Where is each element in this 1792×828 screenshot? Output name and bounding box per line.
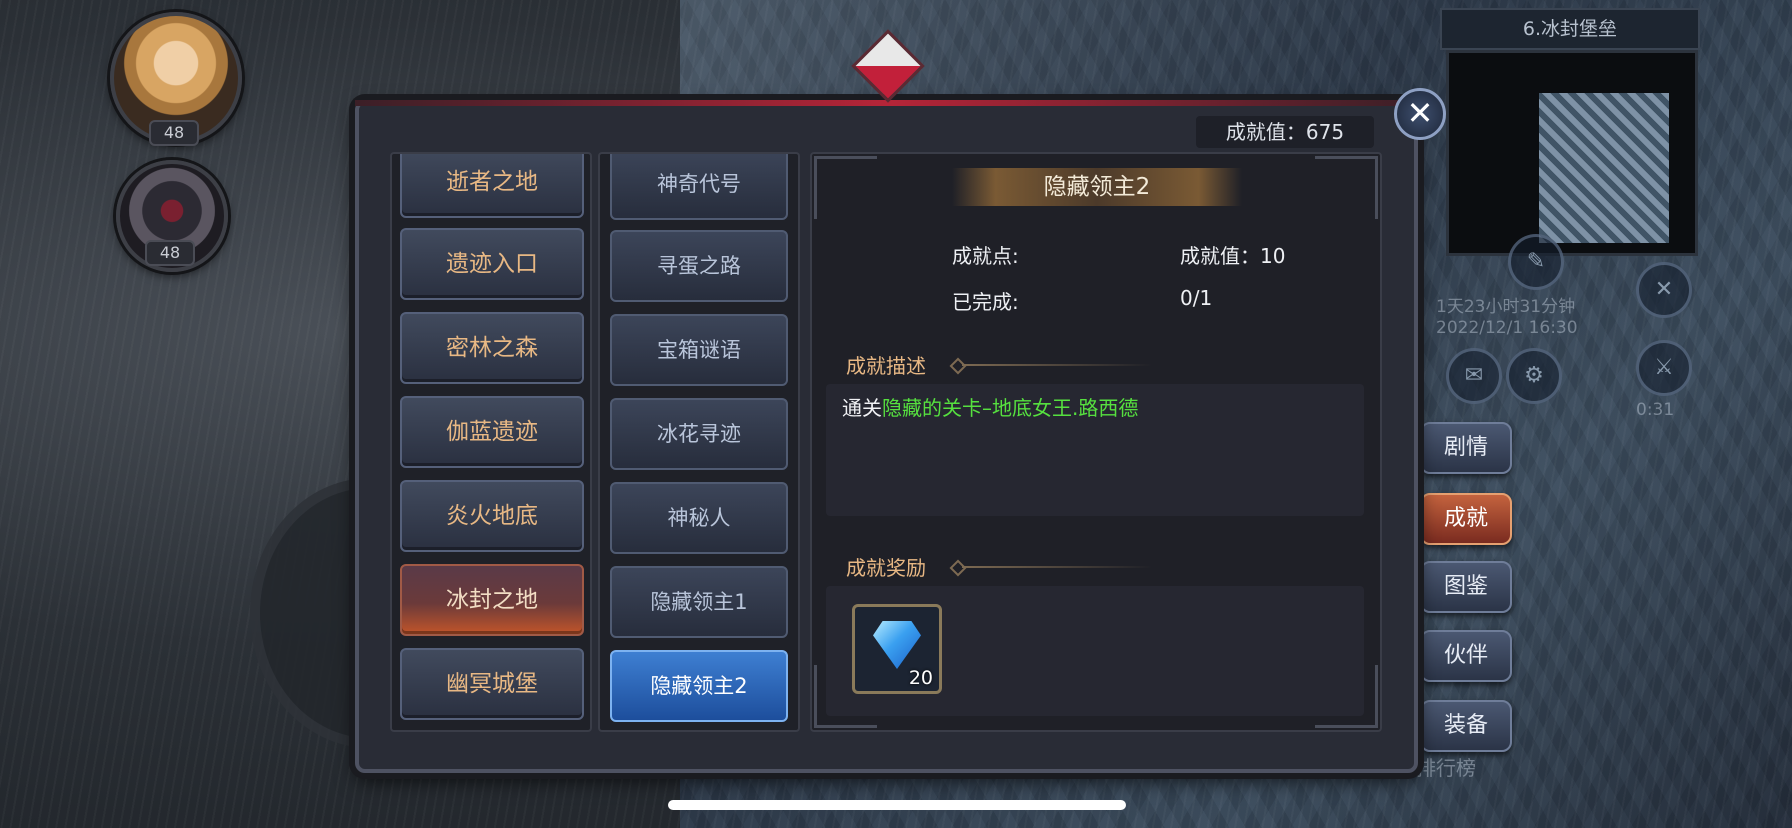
event-timer: 1天23小时31分钟: [1436, 297, 1576, 317]
description-box: 通关隐藏的关卡–地底女王.路西德: [826, 384, 1364, 516]
crossed-swords-icon[interactable]: ✕: [1636, 262, 1692, 318]
hero-level-badge: 48: [149, 120, 199, 146]
completed-label: 已完成:: [952, 290, 1019, 314]
divider-ornament: [949, 357, 967, 375]
side-tab-story[interactable]: 剧情: [1420, 422, 1512, 474]
diamond-gem-icon: [873, 621, 921, 669]
battle-icon[interactable]: ⚔: [1636, 340, 1692, 396]
side-tab-equipment[interactable]: 装备: [1420, 700, 1512, 752]
close-button[interactable]: ✕: [1394, 88, 1446, 140]
event-date: 2022/12/1 16:30: [1436, 318, 1578, 338]
completed-value: 0/1: [1180, 286, 1213, 310]
minimap-terrain: [1539, 93, 1669, 243]
reward-box: 20: [826, 586, 1364, 716]
achievement-item[interactable]: 寻蛋之路: [610, 230, 788, 302]
area-list[interactable]: 逝者之地 遗迹入口 密林之森 伽蓝遗迹 炎火地底 冰封之地 幽冥城堡: [390, 152, 592, 732]
countdown-text: 0:31: [1636, 400, 1675, 420]
area-item[interactable]: 密林之森: [400, 312, 584, 384]
achievement-detail: 隐藏领主2 成就点: 成就值：10 已完成: 0/1 成就描述 通关隐藏的关卡–…: [810, 152, 1382, 732]
area-item-selected[interactable]: 冰封之地: [400, 564, 584, 636]
divider-line: [962, 364, 1152, 366]
frame-corner: [814, 156, 877, 219]
side-tab-codex[interactable]: 图鉴: [1420, 561, 1512, 613]
home-indicator[interactable]: [668, 800, 1126, 810]
area-item[interactable]: 逝者之地: [400, 154, 584, 218]
achievement-item[interactable]: 神秘人: [610, 482, 788, 554]
points-label: 成就点:: [952, 244, 1019, 268]
description-highlight: 隐藏的关卡–地底女王.路西德: [882, 396, 1139, 420]
reward-item[interactable]: 20: [852, 604, 942, 694]
achievement-item[interactable]: 冰花寻迹: [610, 398, 788, 470]
mail-icon[interactable]: ✉: [1446, 348, 1502, 404]
side-tab-partner[interactable]: 伙伴: [1420, 630, 1512, 682]
achievement-title: 隐藏领主2: [952, 168, 1242, 206]
area-item[interactable]: 炎火地底: [400, 480, 584, 552]
area-item[interactable]: 遗迹入口: [400, 228, 584, 300]
achievement-item-selected[interactable]: 隐藏领主2: [610, 650, 788, 722]
achievement-value: 成就值：10: [1180, 244, 1286, 268]
frame-corner: [1315, 156, 1378, 219]
area-item[interactable]: 伽蓝遗迹: [400, 396, 584, 468]
achievement-list[interactable]: 神奇代号 寻蛋之路 宝箱谜语 冰花寻迹 神秘人 隐藏领主1 隐藏领主2: [598, 152, 800, 732]
minimap[interactable]: [1446, 50, 1698, 256]
description-prefix: 通关: [842, 396, 882, 420]
achievement-score: 成就值：675: [1196, 116, 1374, 148]
achievement-item[interactable]: 神奇代号: [610, 154, 788, 220]
side-tab-achievement[interactable]: 成就: [1420, 493, 1512, 545]
achievement-item[interactable]: 宝箱谜语: [610, 314, 788, 386]
quill-icon[interactable]: ✎: [1508, 234, 1564, 290]
achievement-item[interactable]: 隐藏领主1: [610, 566, 788, 638]
companion-level-badge: 48: [145, 240, 195, 266]
map-title: 6.冰封堡垒: [1440, 8, 1700, 50]
close-icon: ✕: [1406, 94, 1434, 132]
reward-count: 20: [908, 667, 933, 689]
area-item[interactable]: 幽冥城堡: [400, 648, 584, 720]
gear-icon[interactable]: ⚙: [1506, 348, 1562, 404]
divider-ornament: [949, 559, 967, 577]
divider-line: [962, 566, 1152, 568]
leaderboard-label[interactable]: 排行榜: [1416, 752, 1476, 781]
description-text: 通关隐藏的关卡–地底女王.路西德: [842, 392, 1138, 421]
description-heading: 成就描述: [846, 354, 926, 378]
reward-heading: 成就奖励: [846, 556, 926, 580]
